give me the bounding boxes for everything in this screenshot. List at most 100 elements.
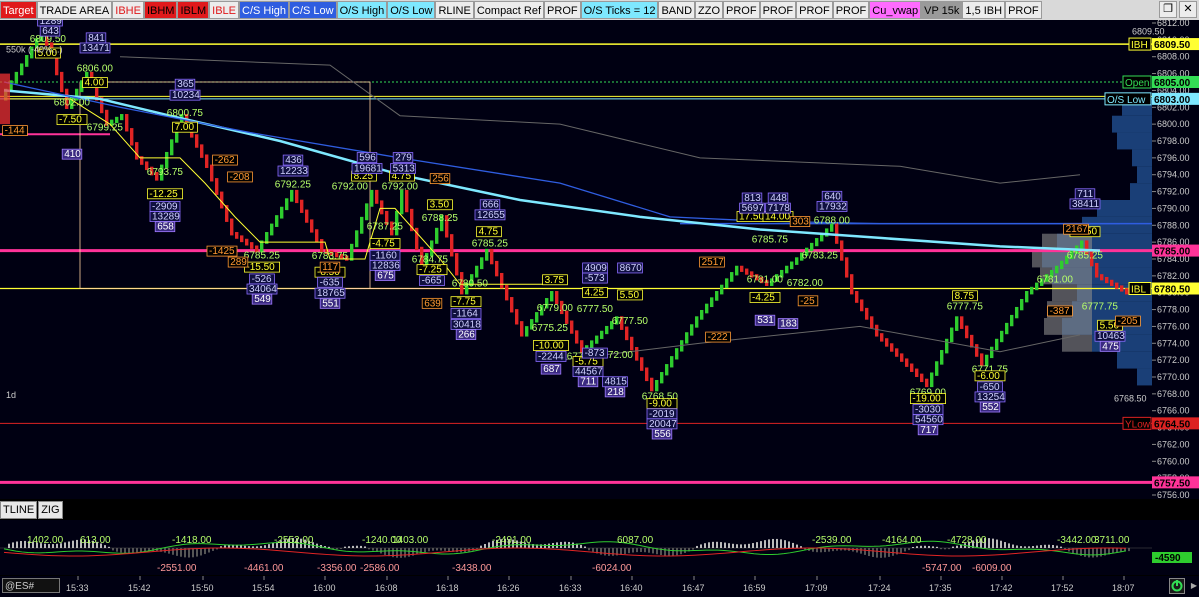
trade-count-label: 658 bbox=[157, 222, 174, 233]
level-price-label: 6805.00 bbox=[1154, 78, 1191, 89]
delta-subchart-svg: 1402.00 613.00 -1418.00 -2552.00 -1240.00140… bbox=[0, 535, 1192, 574]
indicator-button-compact-ref[interactable]: Compact Ref bbox=[473, 1, 545, 19]
delta-bar bbox=[404, 548, 406, 558]
trade-count-label: 551 bbox=[322, 298, 339, 309]
delta-bar bbox=[652, 548, 654, 554]
delta-bar bbox=[996, 539, 998, 548]
delta-bar bbox=[352, 545, 354, 548]
price-bar bbox=[900, 353, 904, 362]
swing-label: 6782.00 bbox=[787, 278, 824, 289]
price-tick-label: 6760.00 bbox=[1157, 456, 1190, 466]
indicator-button-o-s-high[interactable]: O/S High bbox=[336, 1, 388, 19]
volume-delta-label: 303 bbox=[792, 217, 809, 228]
delta-bar bbox=[196, 548, 198, 557]
time-tick-label: 15:54 bbox=[252, 583, 275, 593]
gray-profile-bar bbox=[1052, 284, 1092, 302]
delta-bar bbox=[584, 546, 586, 548]
delta-value-low: -2551.00 bbox=[157, 563, 197, 574]
level-tag-label: O/S Low bbox=[1107, 95, 1146, 106]
sub-tab-tline[interactable]: TLINE bbox=[0, 501, 38, 519]
price-bar bbox=[130, 128, 134, 146]
swing-label: 6800.75 bbox=[167, 108, 204, 119]
price-bar bbox=[120, 114, 124, 121]
price-bar bbox=[1110, 279, 1114, 286]
indicator-button-c-s-low[interactable]: C/S Low bbox=[289, 1, 337, 19]
delta-bar bbox=[444, 548, 446, 551]
delta-bar bbox=[876, 548, 878, 558]
volume-label: 12233 bbox=[280, 166, 308, 177]
price-bar bbox=[685, 332, 689, 344]
price-bar bbox=[290, 189, 294, 202]
price-bar bbox=[25, 55, 29, 67]
price-bar bbox=[1100, 274, 1104, 281]
close-window-button[interactable]: ✕ bbox=[1179, 1, 1197, 18]
indicator-button-o-s-low[interactable]: O/S Low bbox=[387, 1, 436, 19]
delta-bar bbox=[664, 548, 666, 556]
swing-label: 6793.75 bbox=[147, 167, 184, 178]
indicator-button-iblm[interactable]: IBLM bbox=[177, 1, 210, 19]
delta-bar bbox=[16, 541, 18, 548]
delta-bar bbox=[648, 548, 650, 553]
indicator-button-prof[interactable]: PROF bbox=[759, 1, 797, 19]
indicator-button-prof[interactable]: PROF bbox=[1005, 1, 1042, 19]
delta-bar bbox=[1020, 546, 1022, 548]
price-bar bbox=[870, 316, 874, 329]
indicator-button-prof[interactable]: PROF bbox=[796, 1, 833, 19]
indicator-button-ibhe[interactable]: IBHE bbox=[112, 1, 144, 19]
connection-status-icon[interactable] bbox=[1169, 578, 1185, 594]
delta-bar bbox=[344, 546, 346, 548]
price-bar bbox=[850, 274, 854, 295]
price-bar bbox=[20, 63, 24, 76]
delta-value-low: -2586.00 bbox=[360, 563, 400, 574]
sub-tab-zig[interactable]: ZIG bbox=[38, 501, 63, 519]
price-chart[interactable]: 6812.006810.006808.006806.006804.006802.… bbox=[0, 20, 1199, 499]
volume-delta-label: 117 bbox=[322, 262, 338, 273]
scroll-right-icon[interactable]: ▶ bbox=[1191, 581, 1197, 590]
level-tag-label: Open bbox=[1125, 78, 1149, 89]
indicator-button-zzo[interactable]: ZZO bbox=[695, 1, 724, 19]
delta-bar bbox=[72, 540, 74, 548]
indicator-button-ibhm[interactable]: IBHM bbox=[143, 1, 178, 19]
delta-bar bbox=[20, 541, 22, 548]
price-bar bbox=[250, 242, 254, 249]
price-bar bbox=[945, 338, 949, 354]
volume-label: 38411 bbox=[1072, 199, 1100, 210]
delta-bar bbox=[916, 546, 918, 548]
time-tick-label: 17:24 bbox=[868, 583, 891, 593]
indicator-button-band[interactable]: BAND bbox=[658, 1, 696, 19]
price-tick-label: 6782.00 bbox=[1157, 271, 1190, 281]
level-price-label: 6785.00 bbox=[1154, 247, 1191, 258]
indicator-button-vp-15k[interactable]: VP 15k bbox=[921, 1, 963, 19]
price-tick-label: 6808.00 bbox=[1157, 52, 1190, 62]
indicator-button-trade-area[interactable]: TRADE AREA bbox=[36, 1, 113, 19]
volume-delta-label: -205 bbox=[1118, 316, 1138, 327]
indicator-button-prof[interactable]: PROF bbox=[723, 1, 760, 19]
delta-value-low: -3356.00 bbox=[317, 563, 357, 574]
restore-window-button[interactable]: ❐ bbox=[1159, 1, 1177, 18]
indicator-button-ible[interactable]: IBLE bbox=[209, 1, 239, 19]
time-tick-label: 17:42 bbox=[990, 583, 1013, 593]
level-tag-label: IBL bbox=[1131, 285, 1146, 296]
delta-bar bbox=[408, 548, 410, 557]
indicator-button-prof[interactable]: PROF bbox=[832, 1, 870, 19]
delta-bar bbox=[1008, 543, 1010, 548]
delta-label: 3.75 bbox=[545, 275, 565, 286]
indicator-button-c-s-high[interactable]: C/S High bbox=[239, 1, 290, 19]
delta-bar bbox=[456, 548, 458, 553]
indicator-button-cu-vwap[interactable]: Cu_vwap bbox=[869, 1, 922, 19]
indicator-button-1-5-ibh[interactable]: 1,5 IBH bbox=[962, 1, 1006, 19]
indicator-button-target[interactable]: Target bbox=[0, 1, 37, 19]
delta-bar bbox=[772, 538, 774, 548]
indicator-button-prof[interactable]: PROF bbox=[544, 1, 581, 19]
indicator-button-rline[interactable]: RLINE bbox=[435, 1, 474, 19]
delta-bar bbox=[604, 548, 606, 556]
delta-bar bbox=[892, 548, 894, 556]
price-tick-label: 6790.00 bbox=[1157, 203, 1190, 213]
indicator-button-o-s-ticks-12[interactable]: O/S Ticks = 12 bbox=[580, 1, 659, 19]
delta-value-high: 1403.00 bbox=[392, 535, 429, 546]
delta-subchart[interactable]: 1402.00 613.00 -1418.00 -2552.00 -1240.00 140… bbox=[0, 520, 1199, 575]
price-bar bbox=[960, 316, 964, 329]
delta-bar bbox=[1052, 544, 1054, 548]
delta-bar bbox=[904, 548, 906, 552]
volume-label: -873 bbox=[585, 348, 605, 359]
